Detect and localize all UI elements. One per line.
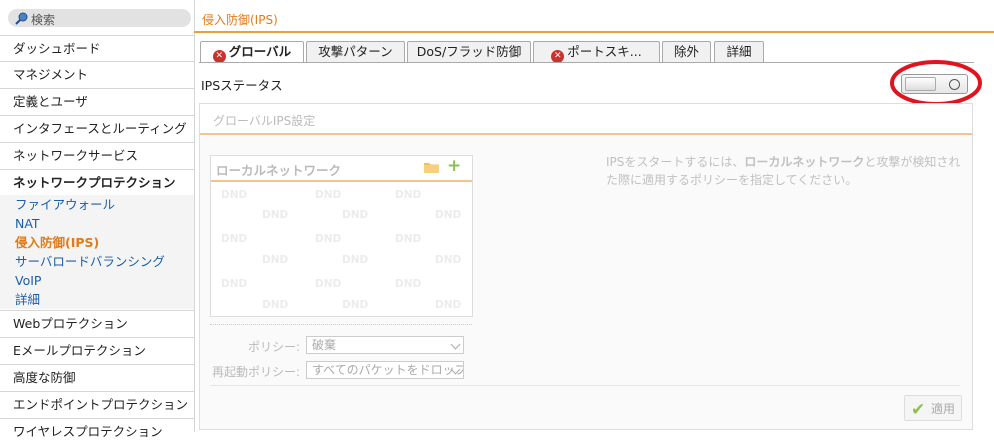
policy-select-value: 破棄 bbox=[312, 338, 337, 352]
ips-description: IPSをスタートするには、ローカルネットワークと攻撃が検知された際に適用するポリ… bbox=[606, 155, 961, 187]
dnd-text: DND bbox=[315, 233, 342, 245]
policy-label: ポリシー: bbox=[247, 340, 300, 354]
dnd-text: DND bbox=[435, 209, 462, 221]
dnd-text: DND bbox=[221, 233, 248, 245]
dnd-text: DND bbox=[342, 299, 369, 311]
sidebar-item-advanced-protection[interactable]: 高度な防御 bbox=[0, 364, 194, 390]
add-icon[interactable]: + bbox=[447, 158, 461, 175]
dnd-text: DND bbox=[342, 254, 369, 266]
tab-label: グローバル bbox=[228, 44, 292, 59]
page-title: 侵入防御(IPS) bbox=[202, 13, 278, 27]
chevron-down-icon bbox=[450, 339, 461, 350]
tab-label: DoS/フラッド防御 bbox=[416, 44, 522, 59]
dnd-text: DND bbox=[395, 233, 422, 245]
sidebar-item-definitions-users[interactable]: 定義とユーザ bbox=[0, 88, 194, 114]
tab-label: ポートスキ... bbox=[567, 44, 642, 59]
search-placeholder: 検索 bbox=[31, 13, 56, 27]
sidebar-subitem-advanced[interactable]: 詳細 bbox=[0, 290, 194, 309]
sidebar-item-management[interactable]: マネジメント bbox=[0, 61, 194, 87]
restart-policy-label: 再起動ポリシー: bbox=[211, 365, 300, 379]
dnd-text: DND bbox=[221, 278, 248, 290]
policy-select[interactable]: 破棄 bbox=[306, 336, 464, 354]
local-network-box[interactable]: ローカルネットワーク + DND DND DND DND DND DND DND… bbox=[210, 155, 473, 317]
sidebar-item-network-protection[interactable]: ネットワークプロテクション bbox=[0, 169, 194, 195]
sidebar-item-interfaces-routing[interactable]: インタフェースとルーティング bbox=[0, 115, 194, 141]
dnd-text: DND bbox=[395, 189, 422, 201]
sidebar-subitem-firewall[interactable]: ファイアウォール bbox=[0, 195, 194, 214]
check-icon: ✔ bbox=[911, 400, 926, 420]
search-input[interactable]: 検索 bbox=[8, 9, 191, 27]
tab-label: 攻撃パターン bbox=[318, 44, 393, 59]
dnd-text: DND bbox=[435, 299, 462, 311]
tab-baseline bbox=[199, 62, 974, 63]
dnd-text: DND bbox=[262, 209, 289, 221]
sidebar-item-network-services[interactable]: ネットワークサービス bbox=[0, 142, 194, 168]
sidebar-subitem-ips[interactable]: 侵入防御(IPS) bbox=[0, 233, 194, 252]
dnd-text: DND bbox=[435, 254, 462, 266]
tab-advanced[interactable]: 詳細 bbox=[714, 41, 764, 62]
tab-exceptions[interactable]: 除外 bbox=[662, 41, 711, 62]
folder-icon[interactable] bbox=[424, 161, 439, 173]
sidebar-subitem-voip[interactable]: VoIP bbox=[0, 271, 194, 290]
restart-policy-select-value: すべてのパケットをドロップ bbox=[312, 363, 464, 377]
page-header: 侵入防御(IPS) bbox=[194, 0, 994, 33]
local-network-label: ローカルネットワーク bbox=[216, 163, 342, 178]
sidebar-item-endpoint-protection[interactable]: エンドポイントプロテクション bbox=[0, 391, 194, 417]
tab-global[interactable]: ✕ グローバル bbox=[200, 41, 304, 63]
tab-label: 詳細 bbox=[726, 44, 752, 59]
local-network-header: ローカルネットワーク + bbox=[211, 156, 472, 182]
apply-button[interactable]: ✔ 適用 bbox=[904, 395, 962, 421]
dnd-text: DND bbox=[315, 189, 342, 201]
sidebar-item-web-protection[interactable]: Webプロテクション bbox=[0, 310, 194, 336]
highlight-circle-annotation bbox=[890, 60, 982, 106]
sidebar: 検索 ダッシュボード マネジメント 定義とユーザ インタフェースとルーティング … bbox=[0, 0, 195, 439]
divider bbox=[210, 385, 960, 386]
panel-header: グローバルIPS設定 bbox=[200, 104, 972, 135]
dnd-text: DND bbox=[315, 278, 342, 290]
restart-policy-select[interactable]: すべてのパケットをドロップ bbox=[306, 361, 464, 379]
ips-status-label: IPSステータス bbox=[201, 78, 283, 93]
dnd-text: DND bbox=[262, 254, 289, 266]
dnd-text: DND bbox=[221, 189, 248, 201]
panel-title: グローバルIPS設定 bbox=[213, 114, 316, 128]
sidebar-subitem-server-load-balancing[interactable]: サーバロードバランシング bbox=[0, 252, 194, 271]
search-icon bbox=[15, 12, 28, 25]
apply-button-label: 適用 bbox=[931, 402, 956, 416]
tab-attack-patterns[interactable]: 攻撃パターン bbox=[306, 41, 405, 62]
sidebar-item-wireless-protection[interactable]: ワイヤレスプロテクション bbox=[0, 418, 194, 444]
global-ips-settings-panel: グローバルIPS設定 ローカルネットワーク + DND DND DND DND … bbox=[199, 103, 973, 430]
tab-portscan[interactable]: ✕ ポートスキ... bbox=[533, 41, 660, 63]
dnd-text: DND bbox=[342, 209, 369, 221]
dnd-text: DND bbox=[262, 299, 289, 311]
tab-dos-flood[interactable]: DoS/フラッド防御 bbox=[407, 41, 531, 62]
dnd-text: DND bbox=[395, 278, 422, 290]
sidebar-subitem-nat[interactable]: NAT bbox=[0, 214, 194, 233]
tab-label: 除外 bbox=[673, 44, 699, 59]
sidebar-item-email-protection[interactable]: Eメールプロテクション bbox=[0, 337, 194, 363]
divider bbox=[210, 324, 472, 325]
drop-zone[interactable]: DND DND DND DND DND DND DND DND DND DND … bbox=[211, 182, 472, 316]
sidebar-item-dashboard[interactable]: ダッシュボード bbox=[0, 35, 194, 61]
